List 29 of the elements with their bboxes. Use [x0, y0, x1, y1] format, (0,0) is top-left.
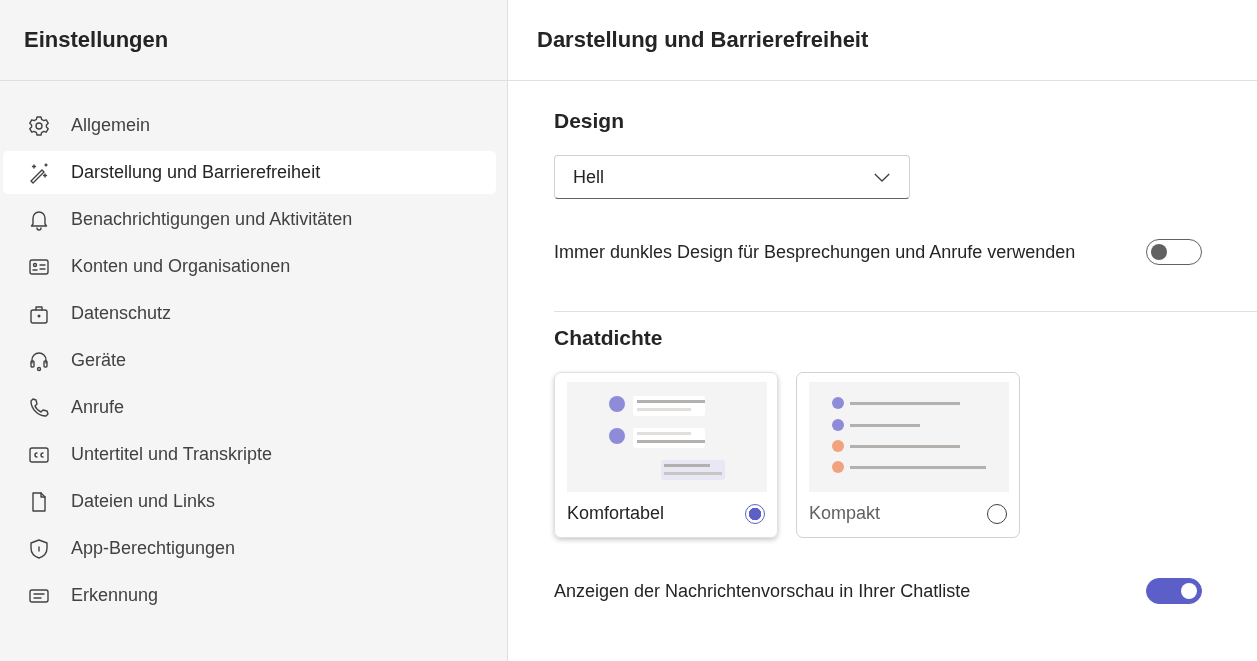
toggle-switch[interactable]: [1146, 578, 1202, 604]
option-label: Komfortabel: [567, 503, 665, 524]
sidebar-item[interactable]: Konten und Organisationen: [3, 245, 496, 288]
sidebar-item[interactable]: Untertitel und Transkripte: [3, 433, 496, 476]
toggle-switch[interactable]: [1146, 239, 1202, 265]
phone-icon: [27, 395, 51, 420]
sidebar-item[interactable]: Benachrichtigungen und Aktivitäten: [3, 198, 496, 241]
option-label: Kompakt: [809, 503, 881, 524]
sidebar-item[interactable]: Erkennung: [3, 574, 496, 617]
sidebar-item[interactable]: Dateien und Links: [3, 480, 496, 523]
density-option-card[interactable]: Komfortabel: [554, 372, 778, 538]
gear-icon: [27, 113, 51, 138]
sidebar-item[interactable]: Allgemein: [3, 104, 496, 147]
section-heading: Design: [554, 109, 625, 133]
sidebar-title: Einstellungen: [24, 27, 169, 53]
page-title: Darstellung und Barrierefreiheit: [537, 27, 869, 53]
sidebar-item[interactable]: Darstellung und Barrierefreiheit: [3, 151, 496, 194]
density-option-card[interactable]: Kompakt: [796, 372, 1020, 538]
setting-label: Anzeigen der Nachrichtenvorschau in Ihrer Chatliste: [554, 580, 971, 602]
section-heading: Chatdichte: [554, 326, 664, 350]
radio-button[interactable]: [745, 503, 765, 524]
setting-label: Immer dunkles Design für Besprechungen und Anrufe verwenden: [554, 241, 1076, 263]
sidebar-item[interactable]: Geräte: [3, 339, 496, 382]
sidebar-item[interactable]: App-Berechtigungen: [3, 527, 496, 570]
shield-icon: [27, 536, 51, 561]
theme-dropdown[interactable]: Hell: [554, 155, 910, 199]
sidebar-item[interactable]: Anrufe: [3, 386, 496, 429]
chevron-down-icon: [873, 171, 891, 183]
sidebar-item[interactable]: Datenschutz: [3, 292, 496, 335]
